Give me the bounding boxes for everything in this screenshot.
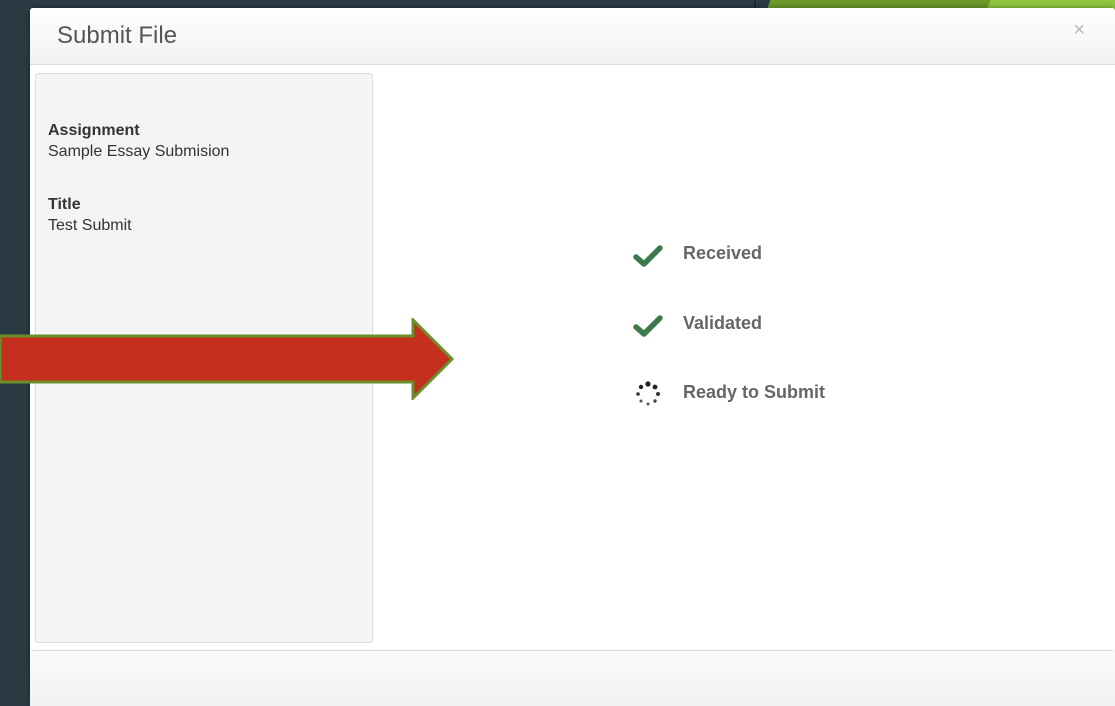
dialog-title: Submit File	[57, 22, 178, 49]
annotation-arrow	[0, 318, 455, 400]
title-field: Title Test Submit	[48, 196, 132, 235]
close-button[interactable]: ×	[1073, 20, 1085, 40]
status-label: Received	[683, 243, 763, 263]
dialog-header: Submit File ×	[30, 8, 1115, 65]
status-item-received: Received	[633, 240, 893, 270]
title-label: Title	[48, 196, 81, 213]
checkmark-icon	[633, 315, 663, 337]
status-label: Validated	[683, 313, 763, 333]
assignment-field: Assignment Sample Essay Submision	[48, 122, 229, 161]
status-label: Ready to Submit	[683, 382, 826, 402]
assignment-label: Assignment	[48, 122, 140, 139]
checkmark-icon	[633, 245, 663, 267]
spinner-icon	[636, 381, 660, 406]
title-value: Test Submit	[48, 217, 132, 234]
assignment-value: Sample Essay Submision	[48, 143, 230, 160]
dialog-footer	[30, 650, 1115, 706]
status-item-ready: Ready to Submit	[633, 379, 893, 409]
status-item-validated: Validated	[633, 310, 893, 340]
